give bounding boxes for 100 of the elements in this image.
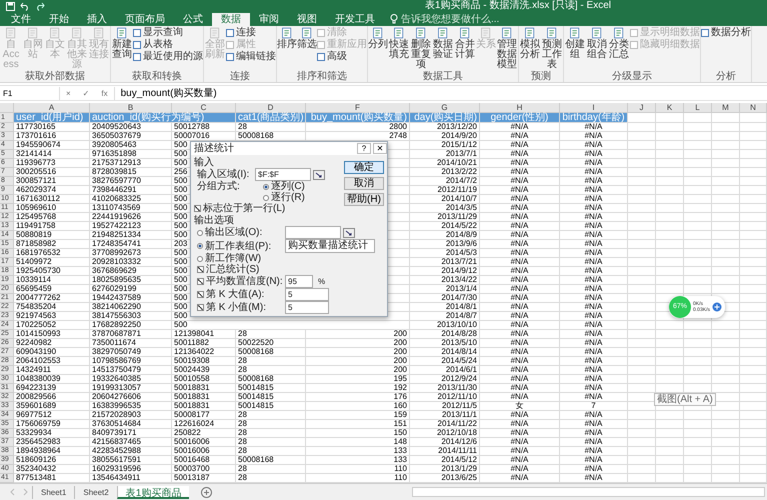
group-label: 获取外部数据 [24, 71, 86, 82]
ribbon-tab[interactable]: 开发工具 [326, 13, 384, 26]
table-cell: #N/A [560, 195, 628, 204]
ribbon-button[interactable]: 合并计算 [454, 27, 476, 71]
number-field[interactable]: 5 [285, 288, 329, 301]
dialog-button[interactable]: 帮助(H) [344, 193, 384, 206]
ribbon-tab[interactable]: 公式 [174, 13, 212, 26]
checkbox-option[interactable]: 第 K 小值(M): [197, 302, 283, 313]
table-cell: 10339114 [14, 276, 90, 285]
table-cell: #N/A [560, 312, 628, 321]
ribbon-button[interactable]: 分列 [368, 27, 388, 71]
help-button[interactable]: ? [357, 143, 371, 154]
formula-button[interactable]: ✓ [76, 86, 96, 100]
ribbon-tab[interactable]: 开始 [40, 13, 78, 26]
ribbon-button[interactable]: 排序 [277, 27, 297, 71]
ribbon-button[interactable]: 取消组合 [586, 27, 608, 71]
table-cell: 32141414 [14, 150, 90, 159]
ribbon-button[interactable]: 快速填充 [388, 27, 410, 71]
ribbon-button[interactable]: 最近使用的源 [133, 51, 203, 62]
ribbon-button[interactable]: 删除重复项 [410, 27, 432, 71]
search-field[interactable]: 告诉我您想要做什么... [390, 12, 521, 26]
ribbon-button[interactable]: 筛选 [297, 27, 317, 71]
table-cell: #N/A [480, 222, 560, 231]
column-header[interactable]: K [656, 103, 684, 113]
table-cell: 2014/3/5 [410, 204, 480, 213]
table-cell: 28 [236, 438, 306, 447]
table-cell: 119396773 [14, 159, 90, 168]
ribbon-button[interactable]: 连接 [226, 27, 276, 38]
ribbon-button[interactable]: 高级 [317, 51, 367, 62]
table-cell: 160 [306, 402, 410, 411]
formula-button[interactable]: fx [95, 86, 114, 100]
table-cell: 2014/8/7 [410, 312, 480, 321]
table-cell: #N/A [480, 267, 560, 276]
radio-option[interactable]: 新工作表组(P): [197, 240, 283, 252]
table-cell: #N/A [560, 411, 628, 420]
column-header[interactable]: L [684, 103, 712, 113]
ribbon-button[interactable]: 从表格 [133, 39, 203, 50]
ribbon-tab[interactable]: 插入 [78, 13, 116, 26]
checkbox-option[interactable]: 标志位于第一行(L) [194, 203, 344, 214]
group-label: 分级显示 [611, 71, 653, 82]
radio-option[interactable]: 逐行(R) [263, 192, 305, 203]
sheet-tab[interactable]: Sheet1 [32, 486, 74, 498]
table-cell: 151 [306, 420, 410, 429]
number-field[interactable]: 95 [285, 275, 313, 288]
table-cell: #N/A [560, 339, 628, 348]
column-header[interactable]: M [712, 103, 740, 113]
close-button[interactable]: ✕ [373, 143, 387, 154]
table-cell: 2014/8/28 [410, 330, 480, 339]
name-box[interactable]: F1 [0, 86, 60, 100]
table-cell: #N/A [480, 357, 560, 366]
table-cell: 2014/5/24 [410, 357, 480, 366]
table-cell: 8409739171 [90, 429, 172, 438]
table-cell: 19527422123 [90, 222, 172, 231]
table-cell: 2014/8/9 [410, 231, 480, 240]
ribbon-button[interactable]: 预测工作表 [541, 27, 563, 71]
checkbox-option[interactable]: 平均数置信度(N): [197, 276, 283, 287]
text-field[interactable]: 购买数量描述统计 [285, 239, 375, 253]
column-header[interactable]: J [628, 103, 656, 113]
table-cell: 133 [306, 456, 410, 465]
table-cell: 2012/9/24 [410, 375, 480, 384]
table-cell: birthday(年龄) [560, 113, 628, 123]
ribbon-button[interactable]: 新建查询 [111, 27, 133, 71]
table-cell: 37870687871 [90, 330, 172, 339]
group-label: 排序和筛选 [296, 71, 348, 82]
ribbon-tab[interactable]: 数据 [212, 13, 250, 26]
group-label: 数据工具 [422, 71, 464, 82]
ribbon-tab[interactable]: 视图 [288, 13, 326, 26]
ribbon-tab[interactable]: 文件 [2, 13, 40, 26]
group-label: 分析 [715, 71, 737, 82]
ribbon-button[interactable]: 分类汇总 [608, 27, 630, 71]
ribbon-button[interactable]: 管理数据模型 [496, 27, 518, 71]
formula-field[interactable]: buy_mount(购买数量) [114, 86, 767, 100]
sheet-tab[interactable]: 表1购买商品 [116, 486, 190, 498]
checkbox-option[interactable]: 汇总统计(S) [197, 264, 283, 275]
table-cell: 28 [236, 123, 306, 132]
table-cell: #N/A [560, 321, 628, 330]
table-cell: 462029374 [14, 186, 90, 195]
ribbon-button[interactable]: 编辑链接 [226, 51, 276, 62]
table-cell: 173701616 [14, 132, 90, 141]
ribbon-button[interactable]: 显示查询 [133, 27, 203, 38]
range-field[interactable]: $F:$F [255, 168, 311, 181]
column-header[interactable]: N [740, 103, 767, 113]
table-cell: 28 [236, 411, 306, 420]
ribbon-button[interactable]: 数据分析 [701, 27, 751, 38]
dialog-button[interactable]: 取消 [344, 177, 384, 190]
ribbon-button[interactable]: 数据验证 [432, 27, 454, 71]
table-cell: #N/A [560, 258, 628, 267]
table-cell: 50014815 [236, 384, 306, 393]
table-cell: 50018831 [172, 393, 236, 402]
ribbon-button[interactable]: 模拟分析 [519, 27, 541, 71]
ribbon-button[interactable]: 创建组 [564, 27, 586, 71]
table-cell: #N/A [560, 150, 628, 159]
number-field[interactable]: 5 [285, 301, 329, 314]
table-cell: #N/A [480, 411, 560, 420]
formula-button[interactable]: × [60, 86, 77, 100]
ribbon-tab[interactable]: 审阅 [250, 13, 288, 26]
table-cell: 3676869629 [90, 267, 172, 276]
ribbon-tab[interactable]: 页面布局 [116, 13, 174, 26]
table-cell: #N/A [560, 222, 628, 231]
dialog-button[interactable]: 确定 [344, 161, 384, 174]
